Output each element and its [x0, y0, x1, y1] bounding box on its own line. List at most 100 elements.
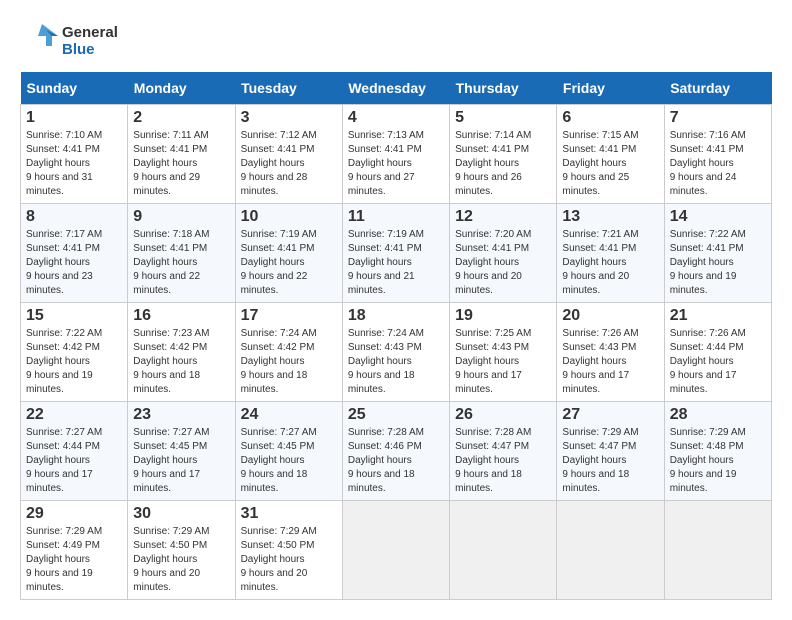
day-info: Sunrise: 7:22 AM Sunset: 4:42 PM Dayligh…: [26, 327, 122, 397]
header-row: SundayMondayTuesdayWednesdayThursdayFrid…: [21, 72, 772, 105]
calendar-cell: 7 Sunrise: 7:16 AM Sunset: 4:41 PM Dayli…: [664, 105, 771, 204]
calendar-table: SundayMondayTuesdayWednesdayThursdayFrid…: [20, 72, 772, 600]
header-day: Sunday: [21, 72, 128, 105]
day-info: Sunrise: 7:10 AM Sunset: 4:41 PM Dayligh…: [26, 129, 122, 199]
calendar-cell: [557, 501, 664, 600]
day-info: Sunrise: 7:18 AM Sunset: 4:41 PM Dayligh…: [133, 228, 229, 298]
day-info: Sunrise: 7:26 AM Sunset: 4:43 PM Dayligh…: [562, 327, 658, 397]
day-info: Sunrise: 7:29 AM Sunset: 4:50 PM Dayligh…: [241, 525, 337, 595]
day-info: Sunrise: 7:13 AM Sunset: 4:41 PM Dayligh…: [348, 129, 444, 199]
calendar-cell: 31 Sunrise: 7:29 AM Sunset: 4:50 PM Dayl…: [235, 501, 342, 600]
day-number: 14: [670, 208, 766, 226]
day-number: 21: [670, 307, 766, 325]
day-number: 30: [133, 505, 229, 523]
day-info: Sunrise: 7:27 AM Sunset: 4:45 PM Dayligh…: [133, 426, 229, 496]
page-header: General Blue: [20, 20, 772, 62]
calendar-cell: 26 Sunrise: 7:28 AM Sunset: 4:47 PM Dayl…: [450, 402, 557, 501]
day-number: 22: [26, 406, 122, 424]
calendar-week: 8 Sunrise: 7:17 AM Sunset: 4:41 PM Dayli…: [21, 204, 772, 303]
day-info: Sunrise: 7:11 AM Sunset: 4:41 PM Dayligh…: [133, 129, 229, 199]
calendar-cell: 28 Sunrise: 7:29 AM Sunset: 4:48 PM Dayl…: [664, 402, 771, 501]
calendar-cell: 25 Sunrise: 7:28 AM Sunset: 4:46 PM Dayl…: [342, 402, 449, 501]
day-info: Sunrise: 7:14 AM Sunset: 4:41 PM Dayligh…: [455, 129, 551, 199]
day-info: Sunrise: 7:24 AM Sunset: 4:43 PM Dayligh…: [348, 327, 444, 397]
header-day: Monday: [128, 72, 235, 105]
day-number: 15: [26, 307, 122, 325]
logo-bird-icon: [20, 20, 60, 62]
header-day: Tuesday: [235, 72, 342, 105]
day-info: Sunrise: 7:29 AM Sunset: 4:50 PM Dayligh…: [133, 525, 229, 595]
calendar-cell: 13 Sunrise: 7:21 AM Sunset: 4:41 PM Dayl…: [557, 204, 664, 303]
day-number: 10: [241, 208, 337, 226]
day-number: 6: [562, 109, 658, 127]
day-info: Sunrise: 7:28 AM Sunset: 4:47 PM Dayligh…: [455, 426, 551, 496]
calendar-cell: 8 Sunrise: 7:17 AM Sunset: 4:41 PM Dayli…: [21, 204, 128, 303]
day-number: 9: [133, 208, 229, 226]
day-info: Sunrise: 7:26 AM Sunset: 4:44 PM Dayligh…: [670, 327, 766, 397]
day-number: 13: [562, 208, 658, 226]
day-number: 12: [455, 208, 551, 226]
day-info: Sunrise: 7:23 AM Sunset: 4:42 PM Dayligh…: [133, 327, 229, 397]
day-info: Sunrise: 7:29 AM Sunset: 4:48 PM Dayligh…: [670, 426, 766, 496]
calendar-cell: 18 Sunrise: 7:24 AM Sunset: 4:43 PM Dayl…: [342, 303, 449, 402]
calendar-cell: 29 Sunrise: 7:29 AM Sunset: 4:49 PM Dayl…: [21, 501, 128, 600]
calendar-cell: 21 Sunrise: 7:26 AM Sunset: 4:44 PM Dayl…: [664, 303, 771, 402]
calendar-cell: 14 Sunrise: 7:22 AM Sunset: 4:41 PM Dayl…: [664, 204, 771, 303]
day-number: 20: [562, 307, 658, 325]
day-info: Sunrise: 7:29 AM Sunset: 4:49 PM Dayligh…: [26, 525, 122, 595]
day-info: Sunrise: 7:21 AM Sunset: 4:41 PM Dayligh…: [562, 228, 658, 298]
day-number: 11: [348, 208, 444, 226]
day-number: 4: [348, 109, 444, 127]
day-number: 8: [26, 208, 122, 226]
calendar-cell: [342, 501, 449, 600]
day-info: Sunrise: 7:22 AM Sunset: 4:41 PM Dayligh…: [670, 228, 766, 298]
logo-container: General Blue: [20, 20, 118, 62]
calendar-cell: [664, 501, 771, 600]
calendar-cell: 24 Sunrise: 7:27 AM Sunset: 4:45 PM Dayl…: [235, 402, 342, 501]
day-number: 23: [133, 406, 229, 424]
calendar-cell: 2 Sunrise: 7:11 AM Sunset: 4:41 PM Dayli…: [128, 105, 235, 204]
day-info: Sunrise: 7:27 AM Sunset: 4:45 PM Dayligh…: [241, 426, 337, 496]
logo-text-blue: Blue: [62, 41, 118, 58]
calendar-cell: 17 Sunrise: 7:24 AM Sunset: 4:42 PM Dayl…: [235, 303, 342, 402]
header-day: Friday: [557, 72, 664, 105]
calendar-cell: 9 Sunrise: 7:18 AM Sunset: 4:41 PM Dayli…: [128, 204, 235, 303]
day-number: 29: [26, 505, 122, 523]
day-number: 16: [133, 307, 229, 325]
calendar-week: 22 Sunrise: 7:27 AM Sunset: 4:44 PM Dayl…: [21, 402, 772, 501]
day-number: 18: [348, 307, 444, 325]
day-number: 31: [241, 505, 337, 523]
day-number: 26: [455, 406, 551, 424]
calendar-cell: 19 Sunrise: 7:25 AM Sunset: 4:43 PM Dayl…: [450, 303, 557, 402]
calendar-cell: 3 Sunrise: 7:12 AM Sunset: 4:41 PM Dayli…: [235, 105, 342, 204]
calendar-cell: 22 Sunrise: 7:27 AM Sunset: 4:44 PM Dayl…: [21, 402, 128, 501]
calendar-cell: 16 Sunrise: 7:23 AM Sunset: 4:42 PM Dayl…: [128, 303, 235, 402]
calendar-week: 15 Sunrise: 7:22 AM Sunset: 4:42 PM Dayl…: [21, 303, 772, 402]
header-day: Saturday: [664, 72, 771, 105]
day-number: 7: [670, 109, 766, 127]
day-info: Sunrise: 7:15 AM Sunset: 4:41 PM Dayligh…: [562, 129, 658, 199]
day-info: Sunrise: 7:27 AM Sunset: 4:44 PM Dayligh…: [26, 426, 122, 496]
calendar-cell: 1 Sunrise: 7:10 AM Sunset: 4:41 PM Dayli…: [21, 105, 128, 204]
logo-text-general: General: [62, 24, 118, 41]
calendar-cell: 20 Sunrise: 7:26 AM Sunset: 4:43 PM Dayl…: [557, 303, 664, 402]
calendar-cell: 4 Sunrise: 7:13 AM Sunset: 4:41 PM Dayli…: [342, 105, 449, 204]
day-info: Sunrise: 7:16 AM Sunset: 4:41 PM Dayligh…: [670, 129, 766, 199]
day-number: 3: [241, 109, 337, 127]
day-info: Sunrise: 7:12 AM Sunset: 4:41 PM Dayligh…: [241, 129, 337, 199]
day-info: Sunrise: 7:25 AM Sunset: 4:43 PM Dayligh…: [455, 327, 551, 397]
logo: General Blue: [20, 20, 118, 62]
day-info: Sunrise: 7:24 AM Sunset: 4:42 PM Dayligh…: [241, 327, 337, 397]
calendar-cell: 6 Sunrise: 7:15 AM Sunset: 4:41 PM Dayli…: [557, 105, 664, 204]
calendar-cell: 10 Sunrise: 7:19 AM Sunset: 4:41 PM Dayl…: [235, 204, 342, 303]
day-info: Sunrise: 7:29 AM Sunset: 4:47 PM Dayligh…: [562, 426, 658, 496]
header-day: Thursday: [450, 72, 557, 105]
day-number: 5: [455, 109, 551, 127]
day-info: Sunrise: 7:19 AM Sunset: 4:41 PM Dayligh…: [241, 228, 337, 298]
day-info: Sunrise: 7:17 AM Sunset: 4:41 PM Dayligh…: [26, 228, 122, 298]
calendar-cell: 11 Sunrise: 7:19 AM Sunset: 4:41 PM Dayl…: [342, 204, 449, 303]
day-info: Sunrise: 7:19 AM Sunset: 4:41 PM Dayligh…: [348, 228, 444, 298]
day-number: 24: [241, 406, 337, 424]
header-day: Wednesday: [342, 72, 449, 105]
day-info: Sunrise: 7:20 AM Sunset: 4:41 PM Dayligh…: [455, 228, 551, 298]
